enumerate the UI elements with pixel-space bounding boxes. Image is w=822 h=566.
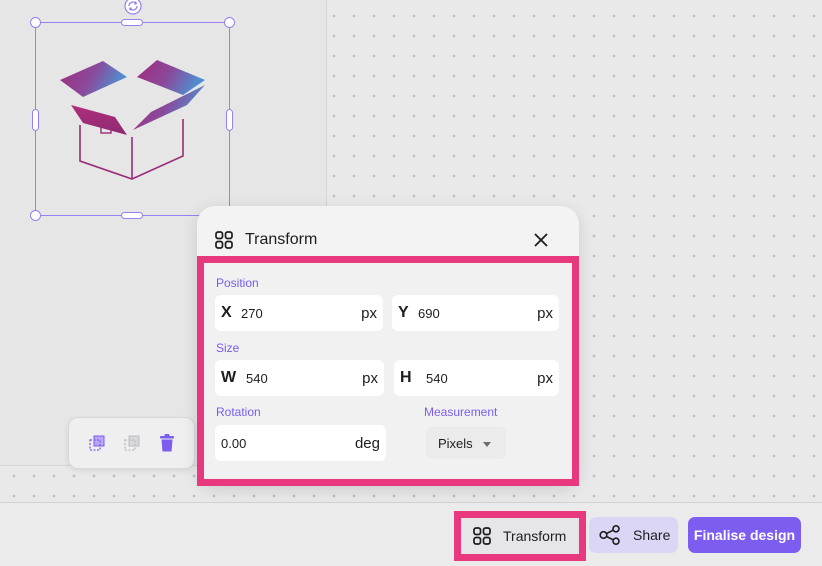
transform-button-label: Transform [503, 528, 567, 544]
element-toolbar [68, 417, 195, 469]
finalise-button-label: Finalise design [693, 527, 796, 543]
w-prefix: W [221, 369, 237, 386]
panel-header: Transform [215, 228, 561, 252]
resize-handle-top[interactable] [121, 19, 143, 26]
rotate-icon[interactable] [123, 0, 143, 16]
measurement-label: Measurement [424, 405, 498, 419]
rotation-unit: deg [354, 434, 380, 452]
size-label: Size [216, 341, 240, 355]
transform-button[interactable]: Transform [461, 518, 579, 554]
rotation-field[interactable]: 0.00 deg [215, 425, 386, 461]
measurement-selected: Pixels [438, 435, 473, 451]
rotation-value: 0.00 [221, 435, 247, 451]
share-button[interactable]: Share [589, 517, 678, 553]
h-unit: px [537, 369, 553, 387]
resize-handle-top-right[interactable] [224, 17, 235, 28]
rotation-label: Rotation [216, 405, 261, 419]
x-prefix: X [221, 304, 232, 321]
h-prefix: H [400, 369, 412, 386]
resize-handle-right[interactable] [226, 109, 233, 131]
finalise-design-button[interactable]: Finalise design [688, 517, 801, 553]
resize-handle-bottom[interactable] [121, 212, 143, 219]
resize-handle-bottom-left[interactable] [30, 210, 41, 221]
chevron-down-icon [482, 441, 491, 447]
duplicate-button[interactable] [121, 432, 143, 454]
resize-handle-top-left[interactable] [30, 17, 41, 28]
resize-handle-left[interactable] [32, 109, 39, 131]
transform-grid-icon [473, 527, 491, 545]
trash-icon [159, 434, 174, 452]
w-value: 540 [246, 370, 268, 386]
delete-button[interactable] [156, 432, 178, 454]
layers-icon [88, 435, 104, 451]
measurement-dropdown[interactable]: Pixels [426, 427, 506, 459]
y-value: 690 [418, 305, 440, 321]
close-icon [534, 233, 548, 247]
x-unit: px [361, 304, 377, 322]
y-unit: px [537, 304, 553, 322]
position-x-field[interactable]: X 270 px [215, 295, 383, 331]
size-w-field[interactable]: W 540 px [215, 360, 384, 396]
share-icon [599, 525, 621, 545]
close-button[interactable] [531, 230, 551, 250]
y-prefix: Y [398, 304, 409, 321]
position-label: Position [216, 276, 259, 290]
h-value: 540 [426, 370, 448, 386]
layers-button[interactable] [86, 432, 108, 454]
open-box-icon [60, 60, 205, 180]
transform-grid-icon [215, 231, 233, 249]
w-unit: px [362, 369, 378, 387]
x-value: 270 [241, 305, 263, 321]
duplicate-icon [123, 435, 139, 451]
share-button-label: Share [633, 527, 671, 543]
position-y-field[interactable]: Y 690 px [392, 295, 559, 331]
panel-title: Transform [245, 231, 318, 248]
size-h-field[interactable]: H 540 px [394, 360, 559, 396]
